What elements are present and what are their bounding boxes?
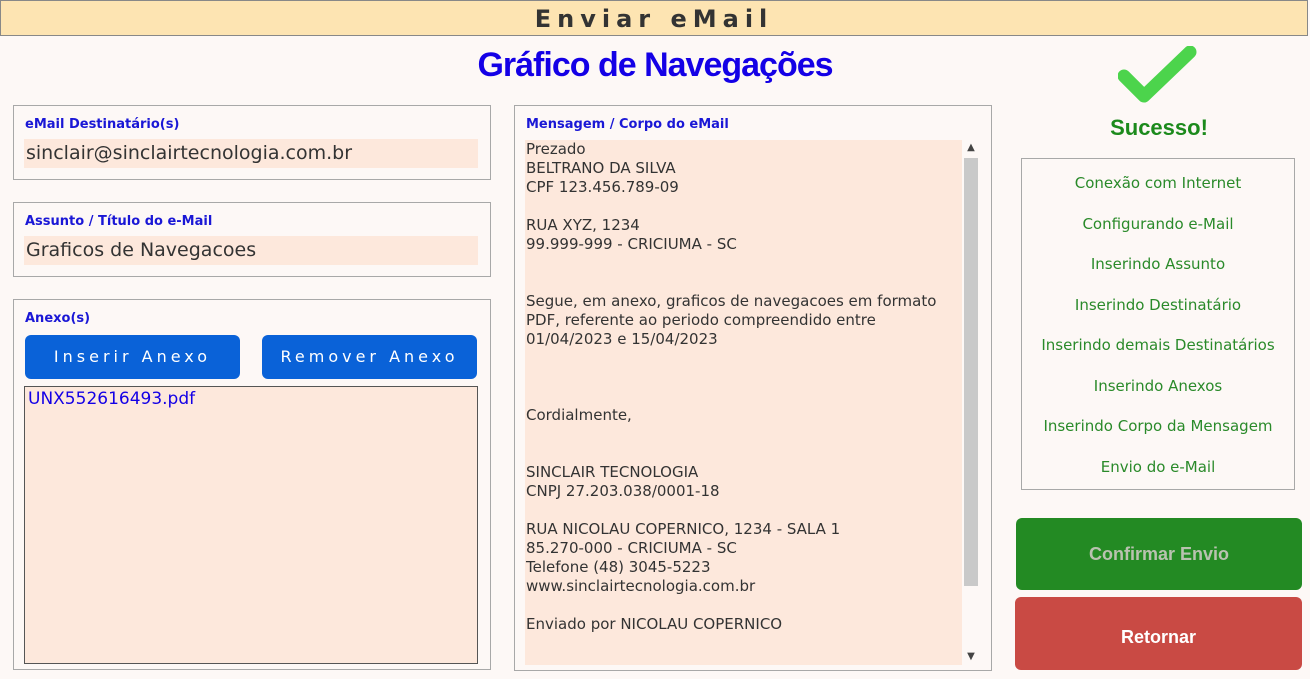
message-body-textarea[interactable]: Prezado BELTRANO DA SILVA CPF 123.456.78… (525, 140, 980, 665)
recipients-label: eMail Destinatário(s) (25, 117, 180, 132)
window-title: Enviar eMail (534, 5, 774, 33)
step-item: Inserindo Assunto (1090, 255, 1226, 273)
status-text: Sucesso! (1110, 115, 1208, 140)
check-icon (1118, 46, 1197, 103)
confirm-send-button[interactable]: Confirmar Envio (1016, 518, 1302, 590)
subject-input[interactable]: Graficos de Navegacoes (24, 236, 478, 265)
window-title-bar: Enviar eMail (0, 0, 1308, 36)
message-body-text: Prezado BELTRANO DA SILVA CPF 123.456.78… (526, 140, 937, 633)
attachment-item[interactable]: UNX552616493.pdf (25, 387, 477, 411)
subject-label: Assunto / Título do e-Mail (25, 214, 213, 229)
step-item: Inserindo demais Destinatários (1041, 336, 1275, 354)
add-attachment-button[interactable]: Inserir Anexo (25, 335, 240, 379)
attachments-list[interactable]: UNX552616493.pdf (24, 386, 478, 664)
step-item: Inserindo Anexos (1093, 377, 1223, 395)
scroll-up-icon[interactable]: ▲ (962, 140, 980, 156)
step-item: Conexão com Internet (1074, 174, 1242, 192)
step-item: Inserindo Destinatário (1074, 296, 1242, 314)
step-item: Configurando e-Mail (1082, 215, 1234, 233)
step-item: Inserindo Corpo da Mensagem (1043, 417, 1273, 435)
scroll-down-icon[interactable]: ▼ (962, 649, 980, 665)
step-item: Envio do e-Mail (1100, 458, 1216, 476)
status-steps-panel: Conexão com Internet Configurando e-Mail… (1021, 158, 1295, 490)
recipients-input[interactable]: sinclair@sinclairtecnologia.com.br (24, 139, 478, 168)
scroll-thumb[interactable] (964, 158, 978, 586)
message-scrollbar[interactable]: ▲ ▼ (962, 140, 980, 665)
remove-attachment-button[interactable]: Remover Anexo (262, 335, 477, 379)
page-title: Gráfico de Navegações (477, 46, 833, 84)
attachments-label: Anexo(s) (25, 311, 91, 326)
message-label: Mensagem / Corpo do eMail (526, 117, 729, 132)
return-button[interactable]: Retornar (1015, 597, 1302, 670)
